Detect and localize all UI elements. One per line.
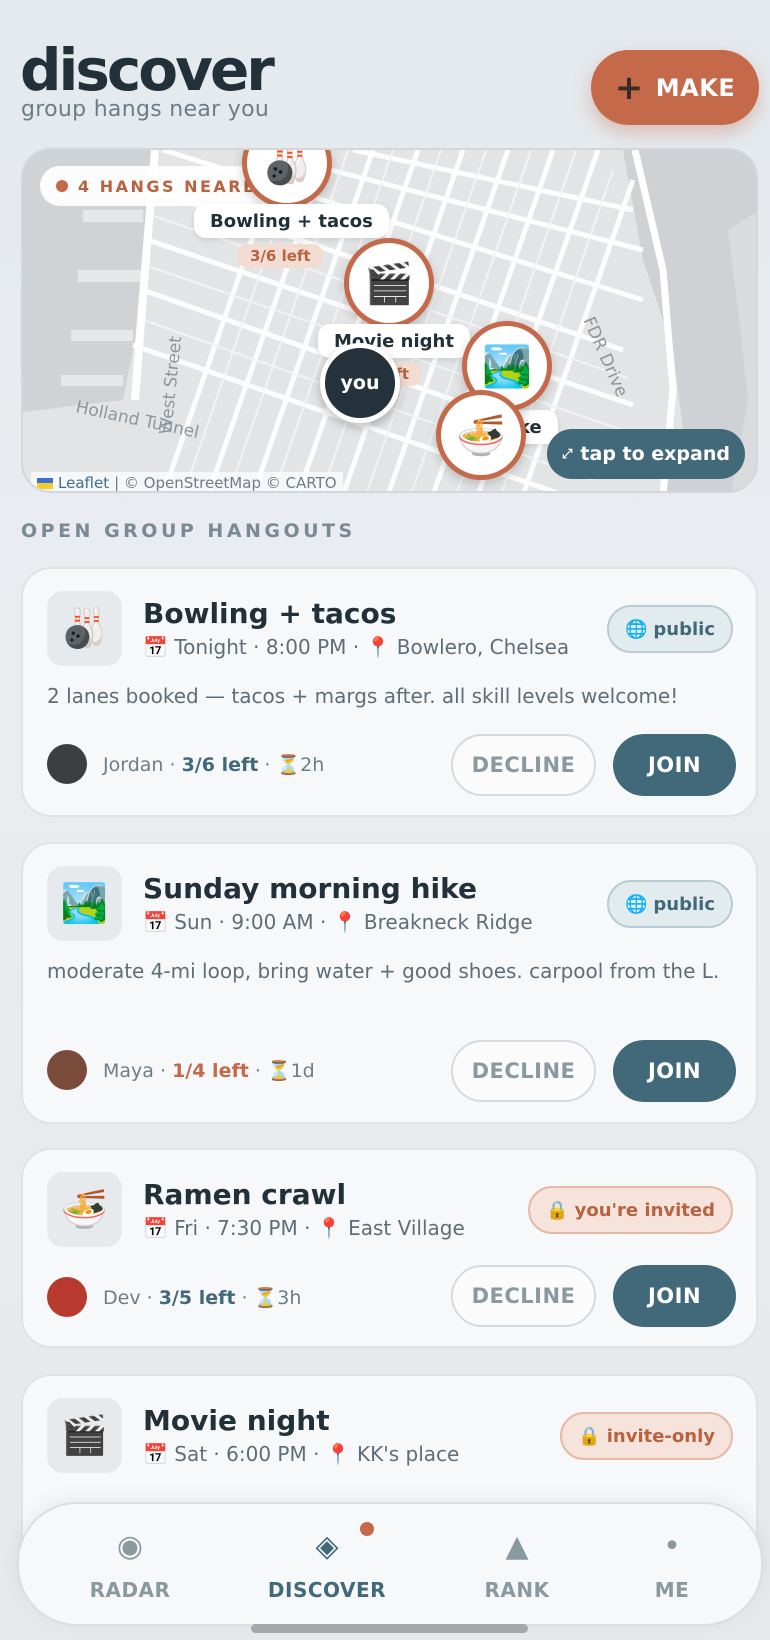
radar-icon: ◉ — [116, 1528, 144, 1564]
hangs-map[interactable]: West Street Holland Tunnel FDR Drive 4 H… — [21, 148, 758, 493]
join-button[interactable]: JOIN — [613, 1265, 736, 1327]
nav-item-radar[interactable]: ◉ RADAR — [50, 1504, 210, 1628]
map-pin-ramen[interactable]: 🍜 — [436, 390, 526, 480]
map-pin-spots: 3/6 left — [238, 244, 323, 268]
you-location-marker: you — [320, 343, 400, 423]
decline-button[interactable]: DECLINE — [451, 734, 596, 796]
lock-icon: 🔒 — [546, 1199, 569, 1221]
section-label: OPEN GROUP HANGOUTS — [21, 520, 356, 542]
ramen-icon: 🍜 — [47, 1172, 122, 1247]
decline-button[interactable]: DECLINE — [451, 1040, 596, 1102]
host-row: Maya · 1/4 left · ⏳1d — [47, 1050, 315, 1090]
bowling-icon: 🎳 — [47, 591, 122, 666]
hangout-title: Movie night — [143, 1404, 330, 1437]
discover-screen: discover group hangs near you + MAKE Wes… — [0, 0, 770, 1640]
attribution-text: | © OpenStreetMap © CARTO — [114, 474, 337, 492]
nav-item-rank[interactable]: ▲ RANK — [437, 1504, 597, 1628]
hangout-meta: 📅 Fri · 7:30 PM · 📍 East Village — [143, 1216, 465, 1240]
join-button[interactable]: JOIN — [613, 734, 736, 796]
nav-item-discover[interactable]: ◈ DISCOVER — [247, 1504, 407, 1628]
bowling-icon: 🎳 — [262, 148, 312, 187]
globe-icon: 🌐 — [624, 618, 648, 640]
page-title: discover — [20, 36, 275, 104]
notification-dot — [360, 1522, 374, 1536]
hangout-description: 2 lanes booked — tacos + margs after. al… — [47, 684, 679, 708]
visibility-badge: 🌐 public — [606, 605, 733, 653]
clapper-icon: 🎬 — [364, 260, 414, 307]
landscape-icon: 🏞️ — [482, 343, 532, 390]
make-button[interactable]: + MAKE — [591, 50, 759, 125]
me-icon: • — [663, 1528, 681, 1564]
badge-label: public — [653, 893, 715, 915]
time-left: · ⏳2h — [264, 753, 325, 776]
map-attribution: Leaflet | © OpenStreetMap © CARTO — [31, 472, 343, 492]
page-subtitle: group hangs near you — [21, 97, 270, 122]
host-row: Dev · 3/5 left · ⏳3h — [47, 1277, 301, 1317]
plus-icon: + — [614, 67, 644, 108]
status-dot — [56, 180, 68, 192]
hangout-card[interactable]: 🍜 Ramen crawl 📅 Fri · 7:30 PM · 📍 East V… — [21, 1148, 758, 1348]
nav-label: ME — [654, 1578, 690, 1602]
hangout-meta: 📅 Sat · 6:00 PM · 📍 KK's place — [143, 1442, 460, 1466]
rank-icon: ▲ — [505, 1528, 529, 1564]
host-row: Jordan · 3/6 left · ⏳2h — [47, 744, 324, 784]
expand-icon: ⤢ — [562, 446, 573, 462]
badge-label: public — [653, 618, 715, 640]
bottom-nav: ◉ RADAR ◈ DISCOVER ▲ RANK • ME — [17, 1502, 763, 1626]
visibility-badge: 🌐 public — [606, 880, 733, 928]
globe-icon: 🌐 — [624, 893, 648, 915]
join-button[interactable]: JOIN — [613, 1040, 736, 1102]
nav-label: RADAR — [89, 1578, 171, 1602]
invite-badge: 🔒 you're invited — [528, 1186, 733, 1234]
hangout-meta: 📅 Sun · 9:00 AM · 📍 Breakneck Ridge — [143, 910, 533, 934]
expand-label: tap to expand — [580, 443, 730, 465]
time-left: · ⏳3h — [241, 1286, 302, 1309]
nav-label: RANK — [484, 1578, 550, 1602]
badge-label: invite-only — [606, 1425, 715, 1447]
spots-left: 1/4 left — [172, 1059, 249, 1082]
hangout-title: Sunday morning hike — [143, 872, 477, 905]
avatar — [47, 1277, 87, 1317]
tap-to-expand-button[interactable]: ⤢ tap to expand — [547, 429, 745, 479]
hangout-meta: 📅 Tonight · 8:00 PM · 📍 Bowlero, Chelsea — [143, 635, 570, 659]
host-name: Dev · — [103, 1286, 153, 1309]
hangout-title: Ramen crawl — [143, 1178, 347, 1211]
hangout-description: moderate 4-mi loop, bring water + good s… — [47, 959, 720, 983]
hangout-title: Bowling + tacos — [143, 597, 397, 630]
ukraine-flag-icon — [37, 477, 53, 489]
spots-left: 3/5 left — [158, 1286, 236, 1309]
badge-label: you're invited — [574, 1199, 715, 1221]
lock-icon: 🔒 — [578, 1425, 601, 1447]
hangout-card[interactable]: 🏞️ Sunday morning hike 📅 Sun · 9:00 AM ·… — [21, 842, 758, 1124]
map-pin-label: Bowling + tacos — [194, 204, 389, 238]
nav-label: DISCOVER — [267, 1578, 387, 1602]
invite-badge: 🔒 invite-only — [560, 1412, 733, 1460]
avatar — [47, 744, 87, 784]
ramen-icon: 🍜 — [456, 412, 506, 459]
avatar — [47, 1050, 87, 1090]
make-button-label: MAKE — [655, 73, 736, 102]
nav-item-me[interactable]: • ME — [592, 1504, 752, 1628]
clapper-icon: 🎬 — [47, 1398, 122, 1473]
host-info: Maya · 1/4 left · ⏳1d — [103, 1059, 315, 1082]
landscape-icon: 🏞️ — [47, 866, 122, 941]
host-info: Dev · 3/5 left · ⏳3h — [103, 1286, 301, 1309]
discover-icon: ◈ — [315, 1528, 339, 1564]
host-info: Jordan · 3/6 left · ⏳2h — [103, 753, 324, 776]
map-pin-movie[interactable]: 🎬 — [344, 238, 434, 328]
decline-button[interactable]: DECLINE — [451, 1265, 596, 1327]
hangs-nearby-label: 4 HANGS NEARBY — [78, 176, 272, 196]
leaflet-link[interactable]: Leaflet — [58, 474, 109, 491]
home-indicator[interactable] — [251, 1624, 528, 1633]
time-left: · ⏳1d — [254, 1059, 315, 1082]
host-name: Jordan · — [103, 753, 176, 776]
hangout-card[interactable]: 🎳 Bowling + tacos 📅 Tonight · 8:00 PM · … — [21, 567, 758, 817]
spots-left: 3/6 left — [181, 753, 259, 776]
host-name: Maya · — [103, 1059, 167, 1082]
